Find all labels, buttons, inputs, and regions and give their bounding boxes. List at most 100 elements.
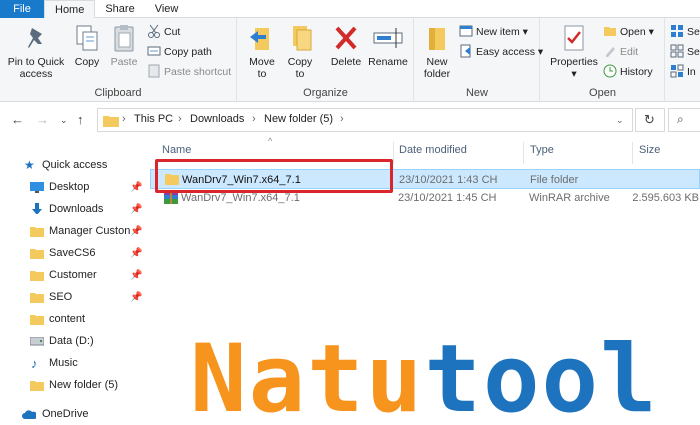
clipboard-group-label: Clipboard — [94, 87, 142, 99]
properties-label: Properties — [550, 56, 598, 68]
copy-to-label: Copy to — [287, 56, 313, 80]
nav-savecs6-label: SaveCS6 — [49, 247, 96, 259]
select-all-icon — [670, 24, 684, 38]
invert-selection-label: In — [687, 66, 696, 78]
rename-button[interactable]: Rename — [366, 22, 410, 68]
file-type: WinRAR archive — [529, 192, 610, 204]
cut-button[interactable]: Cut — [147, 23, 180, 41]
column-name[interactable]: Name — [162, 144, 191, 156]
nav-savecs6[interactable]: SaveCS6 📌 — [30, 243, 145, 264]
refresh-icon: ↻ — [644, 112, 655, 127]
organize-group: Move to Copy to Delete Rename Organize — [238, 18, 414, 102]
new-group: New folder New item ▾ Easy access ▾ New — [415, 18, 543, 102]
select-none-icon — [670, 44, 684, 58]
address-path[interactable]: › This PC › Downloads › New folder (5) ›… — [97, 108, 633, 132]
copy-path-label: Copy path — [164, 46, 212, 58]
select-group: Se Se In — [666, 18, 700, 102]
copy-button[interactable]: Copy — [70, 22, 104, 68]
back-arrow-icon[interactable]: ← — [11, 112, 24, 127]
invert-selection-button[interactable]: In — [670, 63, 696, 81]
column-date-modified[interactable]: Date modified — [399, 144, 467, 156]
select-all-label: Se — [687, 26, 700, 38]
tab-home[interactable]: Home — [44, 0, 96, 19]
history-button[interactable]: History — [603, 63, 653, 81]
properties-button[interactable]: Properties ▾ — [549, 22, 599, 80]
folder-icon — [103, 116, 119, 127]
nav-manager-custon[interactable]: Manager Custon 📌 — [30, 221, 145, 242]
folder-icon — [30, 227, 44, 237]
open-group: Properties ▾ Open ▾ Edit History Open — [541, 18, 665, 102]
edit-label: Edit — [620, 46, 639, 58]
column-separator — [393, 142, 394, 164]
search-icon: ⌕ — [677, 112, 684, 126]
invert-selection-icon — [670, 64, 684, 78]
column-type[interactable]: Type — [530, 144, 554, 156]
breadcrumb-new-folder-5[interactable]: New folder (5) — [264, 113, 333, 125]
pin-quick-access-button[interactable]: Pin to Quick access — [4, 22, 68, 80]
folder-icon — [30, 315, 44, 325]
pin-icon — [20, 22, 52, 54]
breadcrumb-separator-icon: › — [122, 113, 126, 125]
address-dropdown-icon[interactable]: ⌄ — [616, 115, 624, 126]
easy-access-icon — [459, 44, 473, 58]
scissors-icon — [147, 24, 161, 39]
breadcrumb-this-pc[interactable]: This PC — [134, 113, 173, 125]
paste-shortcut-icon — [147, 64, 161, 78]
paste-shortcut-button[interactable]: Paste shortcut — [147, 63, 231, 81]
refresh-button[interactable]: ↻ — [635, 108, 665, 132]
tab-file[interactable]: File — [0, 0, 44, 18]
delete-button[interactable]: Delete — [326, 22, 366, 68]
nav-downloads[interactable]: Downloads 📌 — [30, 199, 145, 220]
breadcrumb-separator-icon: › — [178, 113, 182, 125]
rename-icon — [372, 22, 404, 54]
breadcrumb-separator-icon: › — [252, 113, 256, 125]
nav-seo[interactable]: SEO 📌 — [30, 287, 145, 308]
nav-customer[interactable]: Customer 📌 — [30, 265, 145, 286]
breadcrumb-downloads[interactable]: Downloads — [190, 113, 244, 125]
watermark-part-blue: tool — [424, 325, 659, 425]
pinned-icon: 📌 — [130, 182, 143, 193]
copy-label: Copy — [74, 56, 100, 68]
paste-button[interactable]: Paste — [106, 22, 142, 68]
pinned-icon: 📌 — [130, 204, 143, 215]
file-date: 23/10/2021 1:43 CH — [399, 174, 498, 186]
new-folder-icon — [421, 22, 453, 54]
copy-to-button[interactable]: Copy to — [282, 22, 318, 80]
easy-access-label: Easy access — [476, 46, 535, 58]
forward-arrow-icon[interactable]: → — [36, 112, 49, 127]
copy-path-button[interactable]: Copy path — [147, 43, 212, 61]
copy-path-icon — [147, 44, 161, 58]
open-button[interactable]: Open ▾ — [603, 23, 654, 41]
recent-dropdown-icon[interactable]: ⌄ — [60, 115, 68, 126]
address-bar-area: ← → ⌄ ↑ › This PC › Downloads › New fold… — [0, 103, 700, 137]
breadcrumb-separator-icon: › — [340, 113, 344, 125]
new-group-label: New — [465, 87, 488, 99]
edit-button[interactable]: Edit — [603, 43, 638, 61]
pin-label: Pin to Quick access — [7, 56, 65, 80]
nav-desktop[interactable]: Desktop 📌 — [30, 177, 145, 198]
ribbon: Pin to Quick access Copy Paste Cut Copy … — [0, 18, 700, 102]
watermark: Natutool — [0, 325, 700, 425]
move-to-label: Move to — [249, 56, 275, 80]
column-size[interactable]: Size — [639, 144, 660, 156]
select-all-button[interactable]: Se — [670, 23, 700, 41]
open-group-label: Open — [589, 87, 616, 99]
pinned-icon: 📌 — [130, 292, 143, 303]
move-to-button[interactable]: Move to — [244, 22, 280, 80]
search-input[interactable]: ⌕ — [668, 108, 700, 132]
easy-access-button[interactable]: Easy access ▾ — [459, 43, 543, 61]
up-arrow-icon[interactable]: ↑ — [77, 112, 84, 127]
new-item-button[interactable]: New item ▾ — [459, 23, 528, 41]
edit-icon — [603, 44, 617, 58]
star-icon: ★ — [24, 158, 35, 172]
column-separator — [523, 142, 524, 164]
paste-label: Paste — [110, 56, 138, 68]
cut-label: Cut — [164, 26, 181, 38]
tab-view[interactable]: View — [145, 0, 189, 18]
open-label: Open — [620, 26, 646, 38]
new-folder-button[interactable]: New folder — [419, 22, 455, 80]
file-size: 2.595.603 KB — [632, 192, 699, 204]
select-none-button[interactable]: Se — [670, 43, 700, 61]
nav-desktop-label: Desktop — [49, 181, 90, 193]
tab-share[interactable]: Share — [95, 0, 144, 18]
